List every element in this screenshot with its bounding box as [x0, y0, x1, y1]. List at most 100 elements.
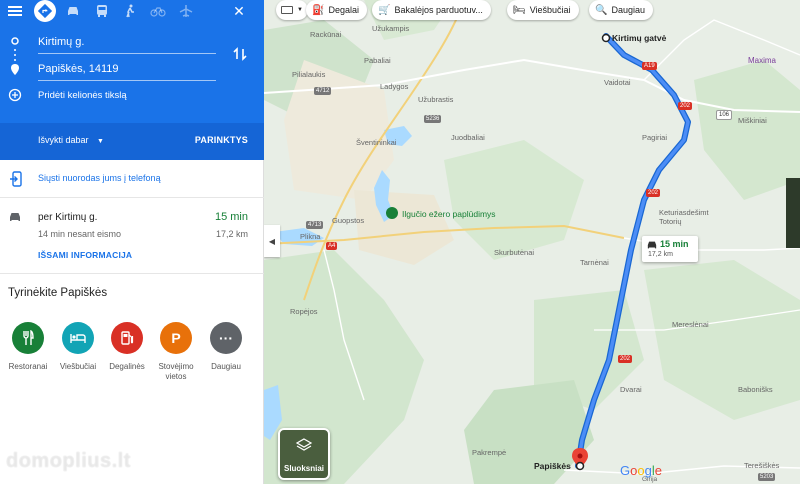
options-bar: Išvykti dabar ▼ PARINKTYS — [0, 123, 264, 160]
map-background — [264, 0, 800, 484]
restaurant-icon — [12, 322, 44, 354]
cart-icon: 🛒 — [378, 4, 391, 16]
chevron-left-icon: ◀ — [268, 236, 276, 246]
travel-modes: ✕ — [0, 0, 264, 22]
transit-icon[interactable] — [91, 1, 113, 21]
depart-label: Išvykti dabar — [38, 135, 89, 145]
route-dots-icon — [8, 37, 22, 102]
directions-panel: ✕ Kirtimų g. Papiškės, 14119 Pridėti kel… — [0, 0, 264, 484]
bubble-time: 15 min — [660, 239, 689, 249]
swap-icon[interactable] — [232, 46, 248, 62]
depart-dropdown[interactable]: Išvykti dabar ▼ — [38, 135, 104, 145]
directions-icon[interactable] — [34, 0, 56, 22]
explore-label: Viešbučiai — [59, 362, 97, 371]
road-shield: 106 — [716, 110, 733, 120]
options-button[interactable]: PARINKTYS — [195, 135, 248, 145]
place-label: Šventininkai — [356, 138, 397, 147]
place-label: Skurbutėnai — [494, 248, 535, 257]
more-icon: ··· — [210, 322, 242, 354]
place-label: Babonišks — [738, 385, 773, 394]
car-icon[interactable] — [62, 1, 84, 21]
add-destination-link[interactable]: Pridėti kelionės tikslą — [38, 90, 127, 101]
route-traffic-note: 14 min nesant eismo — [38, 229, 122, 239]
explore-restaurants-button[interactable]: Restoranai — [3, 322, 53, 372]
place-label: Pilialaukis — [292, 70, 326, 79]
place-label: Miškiniai — [738, 116, 767, 125]
hotel-icon — [62, 322, 94, 354]
directions-header: ✕ Kirtimų g. Papiškės, 14119 Pridėti kel… — [0, 0, 264, 160]
place-label: Tarnėnai — [580, 258, 609, 267]
place-label: Plikna — [300, 232, 321, 241]
explore-label: Restoranai — [8, 362, 48, 371]
map-canvas[interactable]: ▼ ⛽ Degalai 🛒 Bakalėjos parduotuv... 🛏 V… — [264, 0, 800, 484]
parking-icon: P — [160, 322, 192, 354]
route-time-bubble[interactable]: 15 min 17,2 km — [642, 236, 698, 262]
road-shield: 202 — [618, 355, 633, 363]
place-label: Pakrempė — [472, 448, 507, 457]
road-shield: A19 — [642, 62, 657, 70]
destination-map-label: Papiškės — [534, 461, 571, 471]
car-icon — [647, 241, 657, 249]
place-label: Juodbaliai — [451, 133, 485, 142]
road-shield: 5203 — [758, 473, 776, 481]
flight-icon[interactable] — [175, 1, 197, 21]
gas-station-icon — [111, 322, 143, 354]
route-via: per Kirtimų g. — [38, 212, 98, 223]
layers-button[interactable]: Sluoksniai — [278, 428, 330, 480]
send-to-phone-row[interactable]: Siųsti nuorodas jums į telefoną — [0, 160, 264, 198]
chip-fuel[interactable]: ⛽ Degalai — [306, 0, 367, 20]
car-icon — [10, 213, 20, 221]
app-root: ✕ Kirtimų g. Papiškės, 14119 Pridėti kel… — [0, 0, 800, 484]
map-type-toggle[interactable]: ▼ — [276, 0, 308, 20]
route-option[interactable]: per Kirtimų g. 15 min 14 min nesant eism… — [0, 198, 264, 274]
route-time: 15 min — [214, 211, 248, 223]
road-shield: 202 — [678, 102, 693, 110]
place-label: Vaidotai — [604, 78, 631, 87]
walk-icon[interactable] — [119, 1, 141, 21]
chip-grocery[interactable]: 🛒 Bakalėjos parduotuv... — [372, 0, 491, 20]
chip-label: Bakalėjos parduotuv... — [394, 5, 483, 15]
bubble-distance: 17,2 km — [648, 251, 673, 258]
place-label: Guopstos — [332, 216, 365, 225]
collapse-panel-button[interactable]: ◀ — [264, 225, 280, 257]
chevron-down-icon: ▼ — [97, 138, 104, 145]
origin-input[interactable]: Kirtimų g. — [38, 36, 216, 54]
layers-icon — [296, 438, 312, 451]
road-shield: A4 — [326, 242, 338, 250]
beach-label[interactable]: Ilgučio ežero paplūdimys — [402, 209, 496, 219]
place-label: Ropėjos — [290, 307, 318, 316]
road-shield: 5236 — [424, 115, 442, 123]
place-label: Ladygos — [380, 82, 409, 91]
road-shield: 4712 — [314, 87, 332, 95]
explore-gas-button[interactable]: Degalinės — [102, 322, 152, 372]
bike-icon[interactable] — [147, 1, 169, 21]
explore-label: Daugiau — [211, 362, 241, 371]
chip-label: Degalai — [328, 5, 359, 15]
details-link[interactable]: IŠSAMI INFORMACIJA — [38, 250, 132, 260]
layers-label: Sluoksniai — [283, 464, 324, 473]
search-icon: 🔍 — [595, 4, 608, 16]
explore-more-button[interactable]: ··· Daugiau — [201, 322, 251, 372]
menu-icon[interactable] — [4, 1, 26, 21]
place-label: Pabaliai — [364, 56, 391, 65]
chip-label: Viešbučiai — [529, 5, 571, 15]
hotel-icon: 🛏 — [513, 4, 526, 16]
close-icon[interactable]: ✕ — [228, 1, 250, 21]
explore-hotels-button[interactable]: Viešbučiai — [53, 322, 103, 372]
explore-title: Tyrinėkite Papiškės — [8, 287, 108, 299]
place-label: Pagiriai — [642, 133, 668, 142]
destination-input[interactable]: Papiškės, 14119 — [38, 63, 216, 81]
chip-hotels[interactable]: 🛏 Viešbučiai — [507, 0, 579, 20]
place-label: Mereslėnai — [672, 320, 709, 329]
explore-parking-button[interactable]: P Stovėjimo vietos — [151, 322, 201, 381]
place-label: Rackūnai — [310, 30, 342, 39]
place-label: Dvarai — [620, 385, 642, 394]
chip-more[interactable]: 🔍 Daugiau — [589, 0, 653, 20]
explore-label: Stovėjimo vietos — [158, 362, 194, 381]
road-shield: 4713 — [306, 221, 324, 229]
gas-station-icon: ⛽ — [312, 4, 325, 16]
send-to-phone-icon — [10, 171, 22, 187]
route-distance: 17,2 km — [215, 229, 248, 239]
watermark: domoplius.lt — [6, 450, 131, 472]
place-label: Keturiasdešimt Totorių — [659, 208, 709, 226]
